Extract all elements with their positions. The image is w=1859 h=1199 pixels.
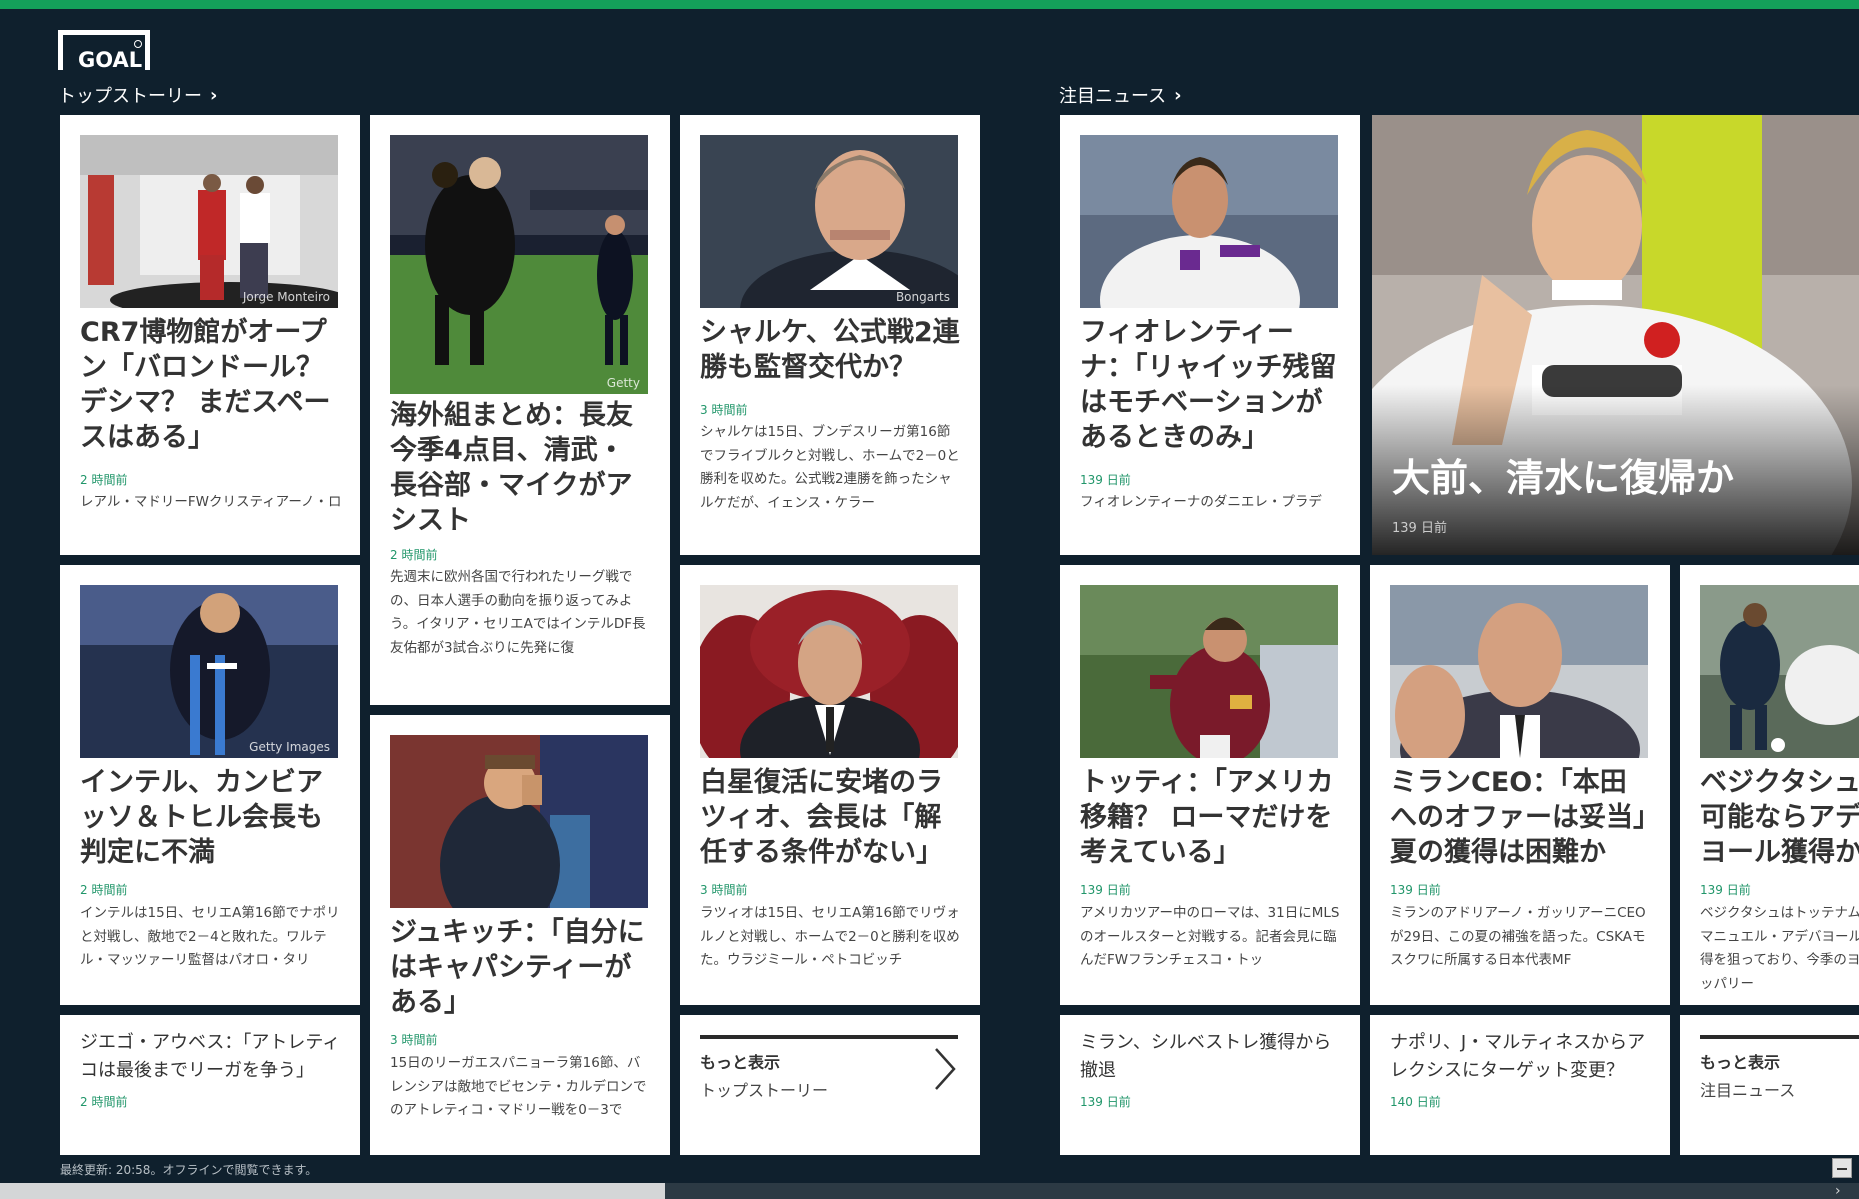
article-summary: インテルは15日、セリエA第16節でナポリと対戦し、敵地で2－4と敗れた。ワルテ… bbox=[80, 905, 340, 968]
article-time: 139 日前 bbox=[1390, 883, 1441, 897]
goal-logo[interactable]: GOAL bbox=[78, 48, 142, 72]
photo-credit: Bongarts bbox=[895, 290, 950, 304]
section-title: トップストーリー bbox=[58, 86, 202, 107]
article-title: シャルケ、公式戦2連勝も監督交代か？ bbox=[700, 317, 960, 383]
article-title: ジエゴ・アウベス：「アトレティコは最後までリーガを争う」 bbox=[80, 1032, 341, 1081]
section-header-featured-news[interactable]: 注目ニュース › bbox=[1059, 82, 1182, 108]
news-card[interactable]: ミランCEO：「本田へのオファーは妥当」夏の獲得は困難か 139 日前 ミランの… bbox=[1370, 565, 1670, 1005]
news-card[interactable]: ベジクタシュ、可能ならアデバヨール獲得か 139 日前 ベジクタシュはトッテナム… bbox=[1680, 565, 1859, 1005]
article-summary: 15日のリーガエスパニョーラ第16節、バレンシアは敵地でビセンテ・カルデロンでの… bbox=[390, 1055, 647, 1118]
article-summary: ベジクタシュはトッテナムのエマニュエル・アデバヨールの獲得を狙っており、今季のヨ… bbox=[1700, 905, 1859, 992]
news-card[interactable]: 白星復活に安堵のラツィオ、会長は「解任する条件がない」 3 時間前 ラツィオは1… bbox=[680, 565, 980, 1005]
article-time: 2 時間前 bbox=[80, 883, 128, 897]
article-title: ジュキッチ：「自分にはキャパシティーがある」 bbox=[390, 917, 645, 1018]
more-label: もっと表示 bbox=[1700, 1053, 1781, 1072]
article-title: ナポリ、J・マルティネスからアレクシスにターゲット変更？ bbox=[1390, 1032, 1646, 1081]
news-card[interactable]: Bongarts シャルケ、公式戦2連勝も監督交代か？ 3 時間前 シャルケは1… bbox=[680, 115, 980, 555]
article-time: 139 日前 bbox=[1080, 473, 1131, 487]
article-time: 2 時間前 bbox=[80, 1095, 128, 1109]
article-title: 白星復活に安堵のラツィオ、会長は「解任する条件がない」 bbox=[700, 767, 943, 868]
article-time: 3 時間前 bbox=[700, 403, 748, 417]
article-summary: アメリカツアー中のローマは、31日にMLSのオールスターと対戦する。記者会見に臨… bbox=[1080, 905, 1340, 968]
article-photo: Getty Images bbox=[80, 585, 338, 758]
news-card-small[interactable]: ナポリ、J・マルティネスからアレクシスにターゲット変更？ 140 日前 bbox=[1370, 1015, 1670, 1155]
section-title: 注目ニュース bbox=[1059, 86, 1167, 107]
article-photo bbox=[1700, 585, 1859, 758]
hero-title: 大前、清水に復帰か bbox=[1392, 456, 1735, 500]
news-card[interactable]: ジュキッチ：「自分にはキャパシティーがある」 3 時間前 15日のリーガエスパニ… bbox=[370, 715, 670, 1155]
article-time: 3 時間前 bbox=[390, 1033, 438, 1047]
photo-credit: Jorge Monteiro bbox=[242, 290, 330, 304]
article-summary: レアル・マドリーFWクリスティアーノ・ロ bbox=[80, 494, 342, 510]
news-card[interactable]: Jorge Monteiro CR7博物館がオープン「バロンドール？デシマ？ ま… bbox=[60, 115, 360, 555]
article-title: ベジクタシュ、可能ならアデバヨール獲得か bbox=[1700, 767, 1859, 868]
chevron-right-icon bbox=[935, 1048, 956, 1090]
photo-credit: Getty bbox=[606, 376, 640, 390]
article-time: 139 日前 bbox=[1700, 883, 1751, 897]
hero-time: 139 日前 bbox=[1392, 521, 1447, 536]
chevron-right-icon: › bbox=[1174, 84, 1182, 106]
top-accent-bar bbox=[0, 0, 1859, 9]
article-photo: Bongarts bbox=[700, 135, 958, 308]
news-card[interactable]: Getty Images インテル、カンビアッソ＆トヒル会長も判定に不満 2 時… bbox=[60, 565, 360, 1005]
chevron-right-icon: › bbox=[210, 84, 218, 106]
news-card-small[interactable]: ジエゴ・アウベス：「アトレティコは最後までリーガを争う」 2 時間前 bbox=[60, 1015, 360, 1155]
article-summary: ミランのアドリアーノ・ガッリアーニCEOが29日、この夏の補強を語った。CSKA… bbox=[1390, 905, 1646, 968]
article-photo bbox=[1080, 585, 1338, 758]
more-section-label: トップストーリー bbox=[700, 1081, 829, 1100]
article-photo bbox=[390, 735, 648, 908]
article-summary: シャルケは15日、ブンデスリーガ第16節でフライブルクと対戦し、ホームで2－0と… bbox=[700, 424, 960, 511]
article-time: 2 時間前 bbox=[80, 473, 128, 487]
divider bbox=[1700, 1035, 1859, 1039]
more-top-stories-button[interactable]: もっと表示 トップストーリー bbox=[680, 1015, 980, 1155]
article-time: 139 日前 bbox=[1080, 1095, 1131, 1109]
article-title: インテル、カンビアッソ＆トヒル会長も判定に不満 bbox=[80, 767, 323, 868]
news-card[interactable]: Getty 海外組まとめ：長友今季4点目、清武・長谷部・マイクがアシスト 2 時… bbox=[370, 115, 670, 705]
last-updated-status: 最終更新: 20:58。オフラインで閲覧できます。 bbox=[60, 1163, 318, 1177]
more-featured-news-button[interactable]: もっと表示 注目ニュース bbox=[1680, 1015, 1859, 1155]
article-photo bbox=[1080, 135, 1338, 308]
article-summary: 先週末に欧州各国で行われたリーグ戦での、日本人選手の動向を振り返ってみよう。イタ… bbox=[390, 569, 646, 656]
more-section-label: 注目ニュース bbox=[1700, 1081, 1796, 1100]
photo-credit: Getty Images bbox=[249, 740, 330, 754]
section-header-top-stories[interactable]: トップストーリー › bbox=[58, 82, 217, 108]
article-summary: フィオレンティーナのダニエレ・プラデ bbox=[1080, 494, 1322, 510]
divider bbox=[700, 1035, 958, 1039]
article-title: トッティ：「アメリカ移籍？ ローマだけを考えている」 bbox=[1080, 767, 1334, 868]
scroll-right-arrow-icon[interactable]: › bbox=[1835, 1183, 1841, 1199]
article-photo bbox=[1390, 585, 1648, 758]
article-photo: Getty bbox=[390, 135, 648, 394]
news-card[interactable]: フィオレンティーナ：「リャイッチ残留はモチベーションがあるときのみ」 139 日… bbox=[1060, 115, 1360, 555]
more-label: もっと表示 bbox=[700, 1053, 781, 1072]
article-time: 2 時間前 bbox=[390, 548, 438, 562]
scrollbar-thumb[interactable] bbox=[0, 1183, 665, 1199]
registered-icon bbox=[134, 40, 142, 48]
article-photo bbox=[700, 585, 958, 758]
article-title: ミランCEO：「本田へのオファーは妥当」夏の獲得は困難か bbox=[1390, 767, 1647, 868]
news-card[interactable]: トッティ：「アメリカ移籍？ ローマだけを考えている」 139 日前 アメリカツア… bbox=[1060, 565, 1360, 1005]
article-title: ミラン、シルベストレ獲得から撤退 bbox=[1080, 1032, 1332, 1081]
article-time: 140 日前 bbox=[1390, 1095, 1441, 1109]
article-summary: ラツィオは15日、セリエA第16節でリヴォルノと対戦し、ホームで2－0と勝利を収… bbox=[700, 905, 960, 968]
article-title: 海外組まとめ：長友今季4点目、清武・長谷部・マイクがアシスト bbox=[390, 400, 633, 536]
article-time: 139 日前 bbox=[1080, 883, 1131, 897]
semantic-zoom-button[interactable] bbox=[1832, 1158, 1852, 1178]
article-time: 3 時間前 bbox=[700, 883, 748, 897]
featured-hero-card[interactable]: 大前、清水に復帰か 139 日前 bbox=[1372, 115, 1859, 555]
article-photo: Jorge Monteiro bbox=[80, 135, 338, 308]
article-title: フィオレンティーナ：「リャイッチ残留はモチベーションがあるときのみ」 bbox=[1080, 317, 1337, 453]
article-title: CR7博物館がオープン「バロンドール？デシマ？ まだスペースはある」 bbox=[80, 317, 331, 453]
news-card-small[interactable]: ミラン、シルベストレ獲得から撤退 139 日前 bbox=[1060, 1015, 1360, 1155]
